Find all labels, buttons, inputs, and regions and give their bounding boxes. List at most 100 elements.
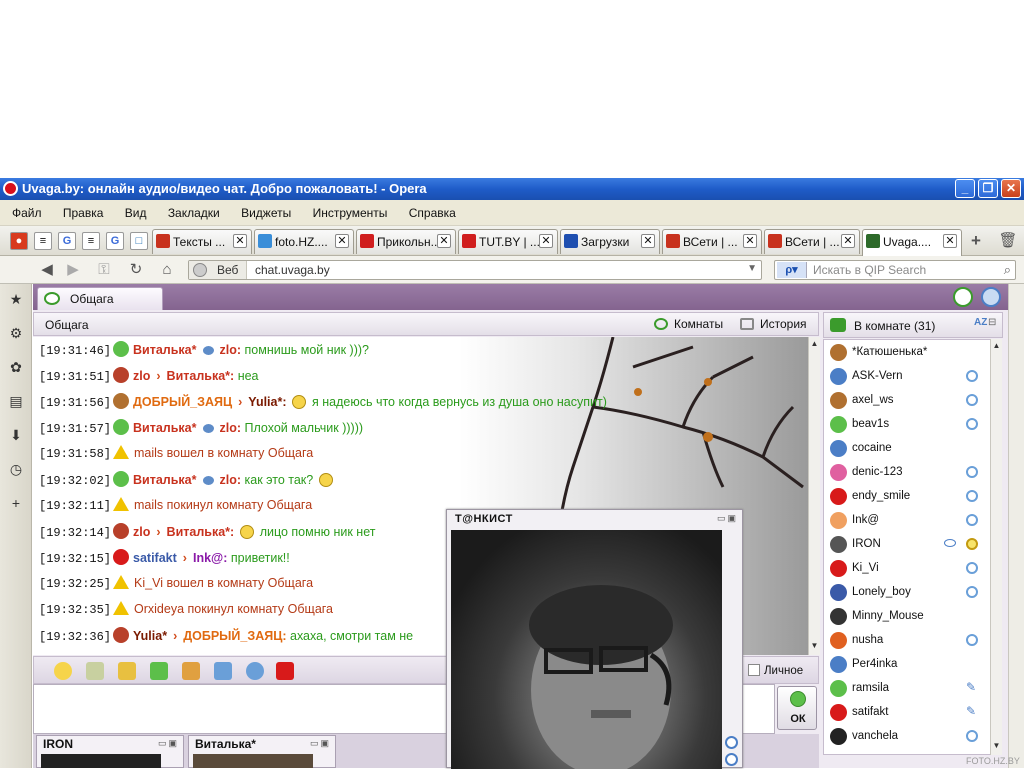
webcam-icon[interactable]	[966, 466, 978, 478]
tab-close-icon[interactable]: ✕	[743, 234, 757, 248]
message-author[interactable]: zlo	[133, 369, 150, 383]
message-recipient[interactable]: Виталька*	[167, 525, 230, 539]
list-item[interactable]: axel_ws	[828, 390, 988, 412]
history-icon[interactable]: ◷	[7, 460, 25, 478]
message-author[interactable]: Виталька*	[133, 343, 196, 357]
menu-bookmarks[interactable]: Закладки	[168, 200, 220, 226]
list-item[interactable]: ramsila ✎	[828, 678, 988, 700]
users-icon[interactable]	[150, 662, 168, 680]
userlist-scrollbar[interactable]: ▲ ▼	[990, 339, 1002, 755]
tab-close-icon[interactable]: ✕	[437, 234, 451, 248]
webcam-window-vitalka[interactable]: Виталька* ▭▣	[188, 735, 336, 768]
smiley-picker-icon[interactable]	[54, 662, 72, 680]
rooms-button[interactable]: Комнаты	[654, 317, 723, 331]
image-icon[interactable]	[182, 662, 200, 680]
webcam-window-iron[interactable]: IRON ▭▣	[36, 735, 184, 768]
tab-6[interactable]: ВСети | ... ✕	[764, 229, 860, 254]
search-engine-icon[interactable]: ρ▾	[777, 262, 807, 278]
list-item[interactable]: Ki_Vi	[828, 558, 988, 580]
tab-5[interactable]: ВСети | ... ✕	[662, 229, 762, 254]
list-item[interactable]: Per4inka	[828, 654, 988, 676]
forward-icon[interactable]: ▶	[63, 261, 83, 279]
list-item[interactable]: *Катюшенька*	[828, 342, 988, 364]
gear-icon[interactable]: ⚙	[7, 324, 25, 342]
room-tab-obshaga[interactable]: Общага	[37, 287, 163, 310]
scroll-down-icon[interactable]: ▼	[809, 641, 820, 653]
list-item[interactable]: beav1s	[828, 414, 988, 436]
list-item[interactable]: Ink@	[828, 510, 988, 532]
scroll-up-icon[interactable]: ▲	[809, 339, 820, 351]
zoom-in-icon[interactable]	[725, 753, 738, 766]
page-icon[interactable]: ≡	[34, 232, 52, 250]
list-item[interactable]: vanchela	[828, 726, 988, 748]
list-item[interactable]: ASK-Vern	[828, 366, 988, 388]
tab-4[interactable]: Загрузки ✕	[560, 229, 660, 254]
window-controls-icon[interactable]: ▭▣	[158, 738, 179, 749]
notes-icon[interactable]: ▤	[7, 392, 25, 410]
menu-widgets[interactable]: Виджеты	[241, 200, 291, 226]
minimize-button[interactable]: _	[955, 179, 975, 198]
message-author[interactable]: Виталька*	[133, 473, 196, 487]
webcam-icon[interactable]	[966, 514, 978, 526]
url-text[interactable]: chat.uvaga.by	[255, 263, 330, 277]
message-recipient[interactable]: Виталька*	[167, 369, 230, 383]
tab-close-icon[interactable]: ✕	[641, 234, 655, 248]
history-button[interactable]: История	[740, 317, 807, 331]
collapse-icon[interactable]: ⊟	[988, 317, 996, 328]
send-button[interactable]: ОК	[777, 686, 817, 730]
bookmarks-icon[interactable]: ★	[7, 290, 25, 308]
search-icon[interactable]: ⌕	[1004, 262, 1011, 278]
message-recipient[interactable]: Yulia*	[248, 395, 282, 409]
menu-edit[interactable]: Правка	[63, 200, 104, 226]
webcam-popup[interactable]: Т@НКИСТ ▭▣	[446, 509, 743, 769]
format-icon[interactable]	[86, 662, 104, 680]
webcam-icon[interactable]	[966, 730, 978, 742]
home-icon[interactable]: ⌂	[157, 261, 177, 279]
close-button[interactable]: ✕	[1001, 179, 1021, 198]
sound-icon[interactable]	[118, 662, 136, 680]
list-item[interactable]: nusha	[828, 630, 988, 652]
message-recipient[interactable]: zlo	[220, 473, 237, 487]
tab-1[interactable]: foto.HZ.... ✕	[254, 229, 354, 254]
google-icon[interactable]: G	[106, 232, 124, 250]
message-recipient[interactable]: ДОБРЫЙ_ЗАЯЦ	[183, 629, 282, 643]
chat-options-icon[interactable]	[246, 662, 264, 680]
restore-button[interactable]: ❐	[978, 179, 998, 198]
chevron-down-icon[interactable]: ▼	[747, 263, 757, 274]
reload-icon[interactable]: ↻	[126, 261, 146, 279]
message-author[interactable]: ДОБРЫЙ_ЗАЯЦ	[133, 395, 232, 409]
downloads-icon[interactable]: ⬇	[7, 426, 25, 444]
eye-icon[interactable]	[944, 539, 956, 547]
webcam-icon[interactable]	[966, 394, 978, 406]
chat-bubble-icon[interactable]	[953, 287, 973, 307]
message-recipient[interactable]: zlo	[220, 421, 237, 435]
webcam-icon[interactable]	[966, 370, 978, 382]
message-author[interactable]: satifakt	[133, 551, 177, 565]
private-checkbox[interactable]: Личное	[748, 664, 803, 677]
window-controls-icon[interactable]: ▭▣	[717, 513, 738, 524]
webcam-icon[interactable]	[966, 490, 978, 502]
edit-icon[interactable]	[214, 662, 232, 680]
widgets-icon[interactable]: ✿	[7, 358, 25, 376]
tab-2[interactable]: Прикольн... ✕	[356, 229, 456, 254]
zoom-out-icon[interactable]	[725, 736, 738, 749]
menu-help[interactable]: Справка	[409, 200, 456, 226]
checkbox-icon[interactable]	[748, 664, 760, 676]
page-scrollbar[interactable]	[1008, 284, 1024, 768]
list-item[interactable]: Minny_Mouse	[828, 606, 988, 628]
message-author[interactable]: zlo	[133, 525, 150, 539]
scroll-up-icon[interactable]: ▲	[991, 341, 1002, 353]
window-controls-icon[interactable]: ▭▣	[310, 738, 331, 749]
tab-close-icon[interactable]: ✕	[841, 234, 855, 248]
webcam-icon[interactable]	[966, 538, 978, 550]
trash-icon[interactable]: 🗑	[998, 232, 1018, 250]
list-item[interactable]: IRON	[828, 534, 988, 556]
tab-7-active[interactable]: Uvaga.... ✕	[862, 229, 962, 256]
tab-icon[interactable]: □	[130, 232, 148, 250]
webcam-icon[interactable]	[966, 634, 978, 646]
sort-icon[interactable]: AZ	[974, 317, 987, 328]
add-panel-icon[interactable]: +	[7, 494, 25, 512]
flag-icon[interactable]	[276, 662, 294, 680]
tab-3[interactable]: TUT.BY | ... ✕	[458, 229, 558, 254]
tab-0[interactable]: Тексты ... ✕	[152, 229, 252, 254]
